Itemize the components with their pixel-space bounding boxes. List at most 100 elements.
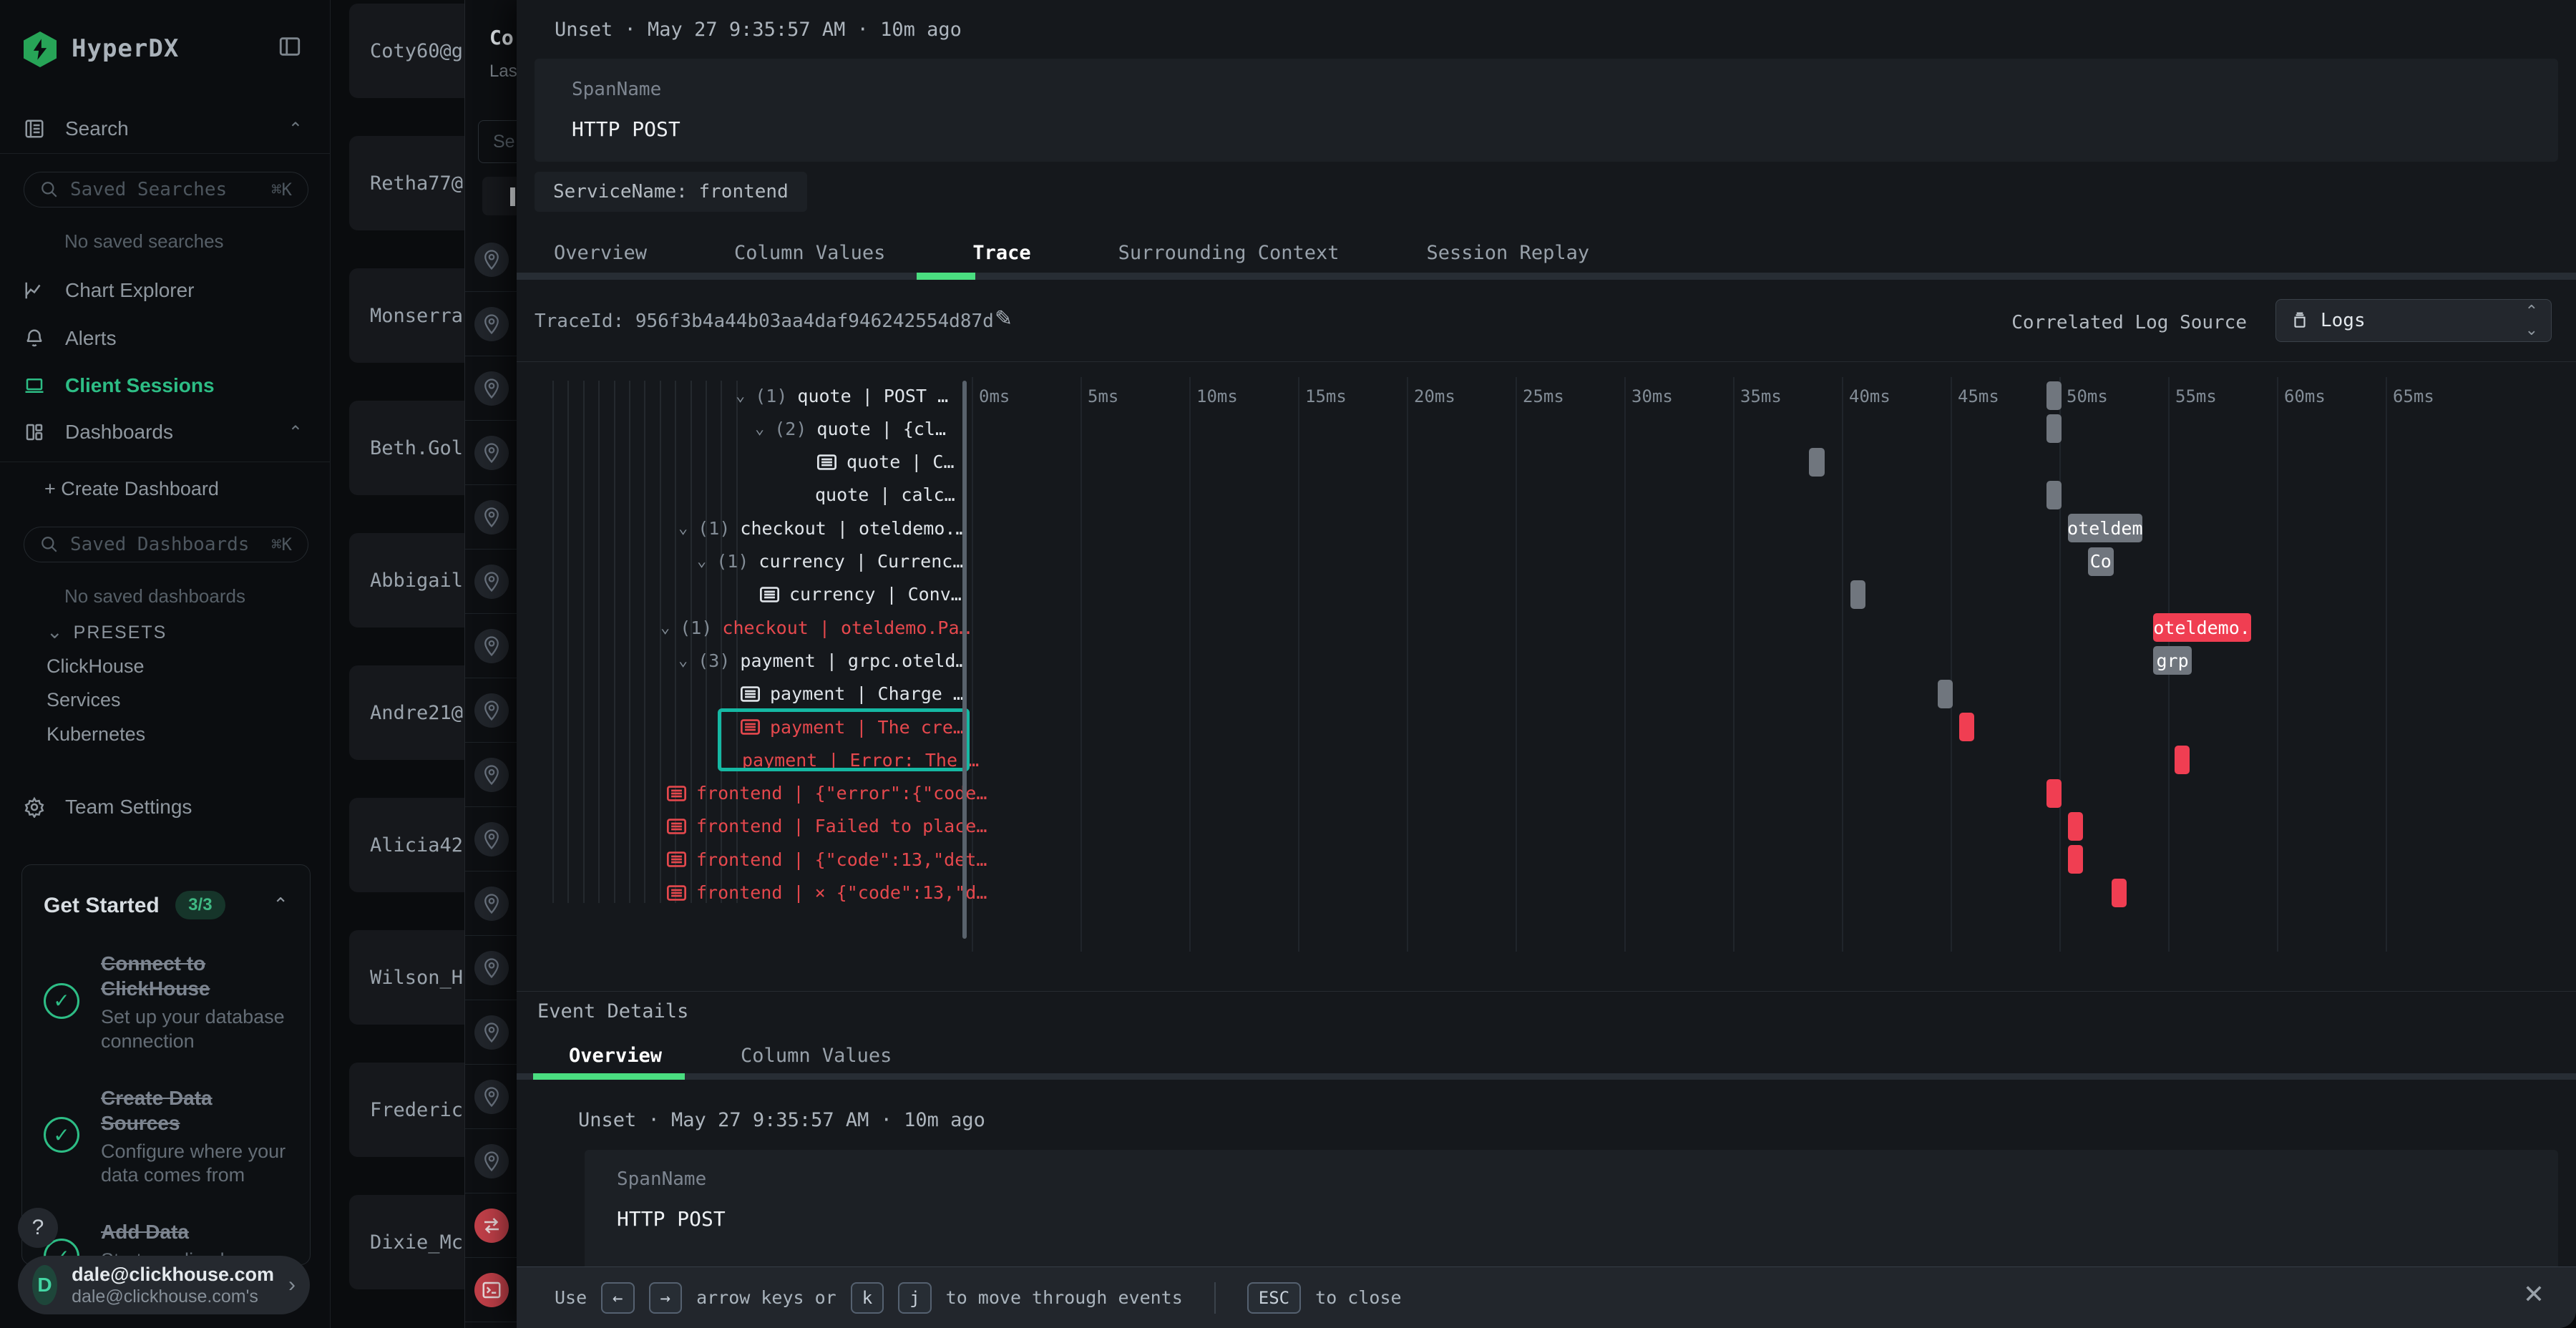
chevron-down-icon[interactable]: ⌄ xyxy=(660,619,670,637)
span-duration-bar[interactable] xyxy=(1938,680,1953,708)
session-card[interactable]: Andre21@ xyxy=(349,665,464,760)
saved-dashboards-input[interactable]: Saved Dashboards ⌘K xyxy=(24,527,308,562)
session-event-row[interactable] xyxy=(465,743,517,807)
span-duration-bar[interactable] xyxy=(1850,580,1865,609)
preset-kubernetes[interactable]: Kubernetes xyxy=(47,723,145,746)
span-tree-row[interactable]: frontend | Failed to place… xyxy=(667,810,987,843)
sidebar-item-search[interactable]: Search ⌃ xyxy=(24,110,310,147)
help-button[interactable]: ? xyxy=(18,1208,58,1248)
axis-tick-label: 45ms xyxy=(1958,386,1999,406)
session-event-row[interactable] xyxy=(465,1258,517,1322)
preset-services[interactable]: Services xyxy=(47,689,121,711)
collapse-sidebar-icon[interactable] xyxy=(278,34,302,59)
presets-toggle[interactable]: ⌄ PRESETS xyxy=(47,621,167,643)
get-started-item[interactable]: ✓Connect to ClickHouseSet up your databa… xyxy=(44,951,288,1054)
tab-session-replay[interactable]: Session Replay xyxy=(1427,242,1590,264)
sidebar-item-team-settings[interactable]: Team Settings xyxy=(24,788,310,826)
sidebar-item-chart-explorer[interactable]: Chart Explorer xyxy=(24,272,310,309)
span-tree-row[interactable]: frontend | {"code":13,"det… xyxy=(667,843,987,876)
span-duration-bar[interactable] xyxy=(1959,713,1974,741)
log-source-select[interactable]: Logs ⌃⌄ xyxy=(2275,299,2552,342)
span-tree-row[interactable]: ⌄(1)checkout | oteldemo.… xyxy=(678,512,966,545)
span-duration-bar[interactable] xyxy=(2046,481,2062,509)
ed-tab-column-values[interactable]: Column Values xyxy=(741,1045,892,1067)
span-tree-row[interactable]: frontend | {"error":{"code… xyxy=(667,777,987,810)
session-card[interactable]: Retha77@ xyxy=(349,136,464,230)
session-event-row[interactable] xyxy=(465,1193,517,1258)
session-event-row[interactable] xyxy=(465,872,517,936)
chevron-down-icon[interactable]: ⌄ xyxy=(736,387,745,405)
tab-column-values[interactable]: Column Values xyxy=(734,242,885,264)
session-card[interactable]: Frederic xyxy=(349,1063,464,1157)
session-event-row[interactable] xyxy=(465,678,517,743)
axis-tick-label: 35ms xyxy=(1740,386,1782,406)
span-tree-row[interactable]: ⌄(2)quote | {cl… xyxy=(755,412,946,445)
close-icon[interactable]: ✕ xyxy=(2523,1279,2545,1309)
session-card[interactable]: Alicia42 xyxy=(349,798,464,892)
span-duration-bar[interactable]: oteldemo. xyxy=(2153,613,2251,642)
get-started-item[interactable]: ✓Create Data SourcesConfigure where your… xyxy=(44,1085,288,1188)
span-duration-bar[interactable] xyxy=(2068,812,2083,841)
session-event-row[interactable] xyxy=(465,485,517,550)
session-event-row[interactable] xyxy=(465,228,517,292)
span-tree-row[interactable]: quote | C… xyxy=(817,446,955,479)
span-duration-bar[interactable] xyxy=(2046,779,2062,808)
tree-scrollbar[interactable] xyxy=(962,381,967,939)
span-duration-bar[interactable] xyxy=(2112,879,2127,907)
span-duration-bar[interactable] xyxy=(2068,845,2083,874)
app-title: HyperDX xyxy=(72,34,179,63)
saved-searches-input[interactable]: Saved Searches ⌘K xyxy=(24,172,308,208)
session-event-row[interactable] xyxy=(465,421,517,485)
create-dashboard-button[interactable]: + Create Dashboard xyxy=(44,478,219,500)
span-tree-row[interactable]: ⌄(3)payment | grpc.oteld… xyxy=(678,644,966,677)
session-card[interactable]: Abbigail xyxy=(349,533,464,628)
chevron-up-icon[interactable]: ⌃ xyxy=(273,894,288,916)
session-event-row[interactable] xyxy=(465,550,517,614)
span-tree-row[interactable]: quote | calc… xyxy=(815,479,955,512)
ed-tab-overview[interactable]: Overview xyxy=(569,1045,662,1067)
span-duration-bar[interactable] xyxy=(1809,448,1824,477)
preset-clickhouse[interactable]: ClickHouse xyxy=(47,655,145,678)
session-card[interactable]: Beth.Gol xyxy=(349,401,464,495)
span-duration-bar[interactable] xyxy=(2046,381,2062,410)
sidebar-item-client-sessions[interactable]: Client Sessions xyxy=(24,367,310,404)
tab-trace[interactable]: Trace xyxy=(972,242,1030,264)
chevron-down-icon[interactable]: ⌄ xyxy=(755,420,764,438)
sidebar-item-alerts[interactable]: Alerts xyxy=(24,320,310,357)
chevron-down-icon[interactable]: ⌄ xyxy=(697,552,706,570)
span-duration-bar[interactable]: Co xyxy=(2088,547,2114,576)
span-tree-row[interactable]: frontend | × {"code":13,"d… xyxy=(667,877,987,909)
chevron-down-icon[interactable]: ⌄ xyxy=(678,652,688,670)
user-menu[interactable]: D dale@clickhouse.com dale@clickhouse.co… xyxy=(18,1256,310,1314)
span-tree-row[interactable]: ⌄(1)checkout | oteldemo.Pa… xyxy=(660,611,970,644)
chevron-down-icon[interactable]: ⌄ xyxy=(678,519,688,537)
span-tree-row[interactable]: currency | Conv… xyxy=(760,578,962,611)
span-duration-bar[interactable] xyxy=(2175,746,2190,774)
session-event-row[interactable] xyxy=(465,614,517,678)
span-tree-row[interactable]: ⌄(1)currency | Currenc… xyxy=(697,545,963,578)
tab-surrounding-context[interactable]: Surrounding Context xyxy=(1118,242,1340,264)
session-event-row[interactable] xyxy=(465,807,517,872)
axis-tick-label: 50ms xyxy=(2067,386,2108,406)
span-tree-row[interactable]: payment | Charge … xyxy=(741,678,964,711)
span-tree-row[interactable]: ⌄(1)quote | POST … xyxy=(736,379,948,412)
span-duration-bar[interactable]: grp xyxy=(2153,646,2192,675)
events-search-input[interactable]: Se xyxy=(478,120,517,163)
span-duration-bar[interactable]: oteldem xyxy=(2068,514,2142,542)
correlated-log-source-label: Correlated Log Source xyxy=(2011,312,2247,333)
span-duration-bar[interactable] xyxy=(2046,414,2062,443)
session-event-row[interactable] xyxy=(465,1129,517,1193)
edit-icon[interactable]: ✎ xyxy=(995,306,1013,331)
session-event-row[interactable] xyxy=(465,292,517,356)
sidebar-item-dashboards[interactable]: Dashboards ⌃ xyxy=(24,414,310,451)
tab-overview[interactable]: Overview xyxy=(554,242,647,264)
session-card[interactable]: Monserra xyxy=(349,268,464,363)
session-card[interactable]: Wilson_H xyxy=(349,930,464,1025)
session-event-row[interactable] xyxy=(465,936,517,1000)
session-card[interactable]: Coty60@g xyxy=(349,4,464,98)
session-event-row[interactable] xyxy=(465,356,517,421)
service-name-chip[interactable]: ServiceName: frontend xyxy=(535,172,807,212)
session-card[interactable]: Dixie_Mc xyxy=(349,1195,464,1289)
session-event-row[interactable] xyxy=(465,1000,517,1065)
session-event-row[interactable] xyxy=(465,1065,517,1129)
